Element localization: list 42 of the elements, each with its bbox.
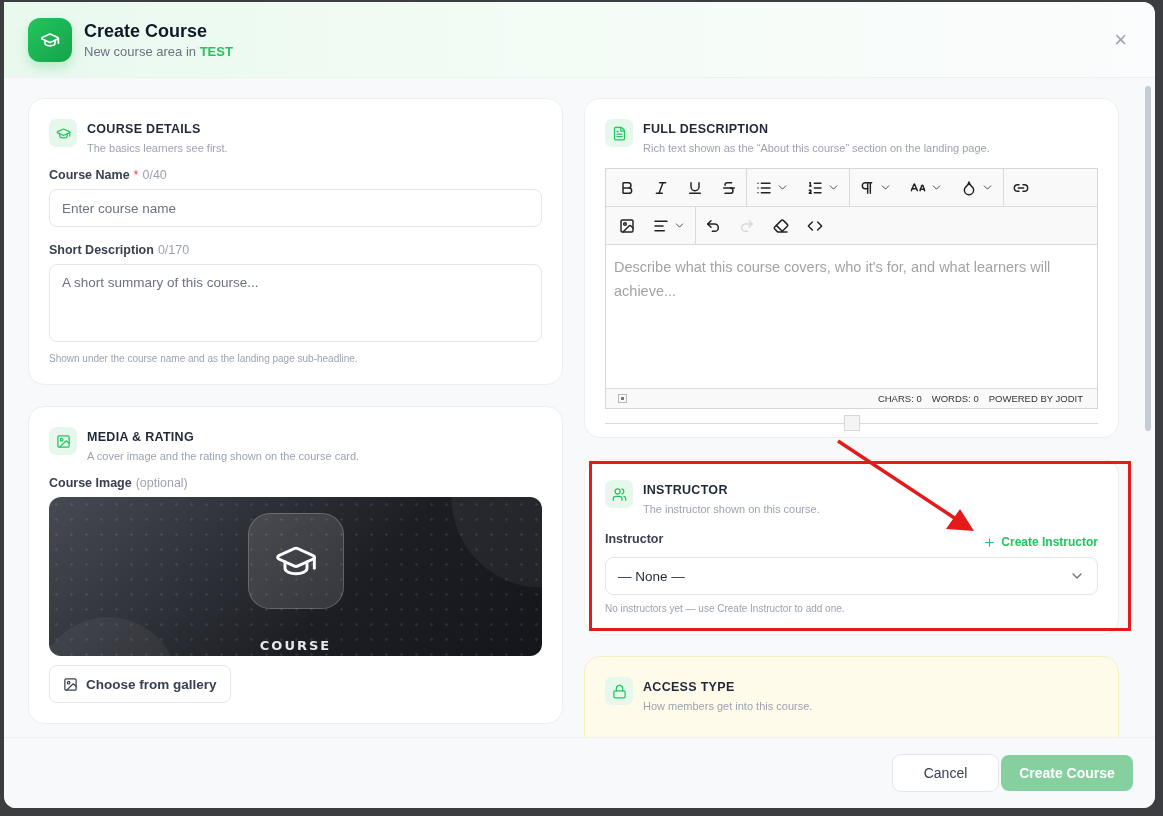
course-name-field[interactable]: Enter course name [49, 189, 542, 227]
section-title: INSTRUCTOR [643, 483, 729, 497]
dialog-subtitle: New course area in TEST [84, 43, 234, 59]
character-counter: 0/40 [142, 168, 167, 182]
editor-status-text: POWERED BY JODIT [988, 393, 1083, 404]
character-counter: 0/170 [157, 243, 190, 257]
cover-label: COURSE [259, 638, 332, 653]
image-icon [55, 433, 71, 449]
required-mark: * [133, 168, 139, 182]
dialog-title: Create Course [84, 20, 209, 42]
short-description-field[interactable]: A short summary of this course... [49, 264, 542, 342]
help-text: No instructors yet — use Create Instructor to add one. [605, 603, 846, 614]
section-title: COURSE DETAILS [87, 122, 202, 136]
resize-handle[interactable] [843, 415, 860, 431]
section-subtitle: Rich text shown as the “About this course” section on the landing page. [643, 142, 990, 154]
section-subtitle: How members get into this course. [643, 700, 813, 712]
people-icon [611, 486, 627, 502]
section-subtitle: The basics learners see first. [87, 142, 228, 154]
close-button[interactable]: × [1110, 24, 1131, 55]
field-label: Course Name [49, 168, 130, 182]
help-text: Shown under the course name and as the landing page sub-headline. [49, 353, 359, 364]
instructor-select[interactable]: — None — [605, 557, 1098, 595]
editor-status-text: CHARS: 0 [877, 393, 922, 404]
field-label: Instructor [605, 532, 664, 546]
select-all-icon [618, 394, 627, 403]
cancel-button[interactable]: Cancel [892, 754, 999, 792]
optional-hint: (optional) [135, 476, 188, 490]
field-label: Course Image [49, 476, 132, 490]
section-title: FULL DESCRIPTION [643, 122, 770, 136]
choose-gallery-button[interactable]: Choose from gallery [49, 665, 231, 703]
lock-icon [611, 683, 627, 699]
create-instructor-link[interactable]: Create Instructor [983, 535, 1098, 549]
image-icon [63, 676, 78, 692]
section-title: MEDIA & RATING [87, 430, 195, 444]
section-subtitle: The instructor shown on this course. [643, 503, 820, 515]
field-label: Short Description [49, 243, 154, 257]
document-icon [611, 125, 627, 141]
section-title: ACCESS TYPE [643, 680, 736, 694]
section-subtitle: A cover image and the rating shown on the course card. [87, 450, 360, 462]
plus-icon [983, 535, 997, 549]
editor-status-text: WORDS: 0 [931, 393, 979, 404]
graduation-cap-icon [55, 125, 71, 141]
